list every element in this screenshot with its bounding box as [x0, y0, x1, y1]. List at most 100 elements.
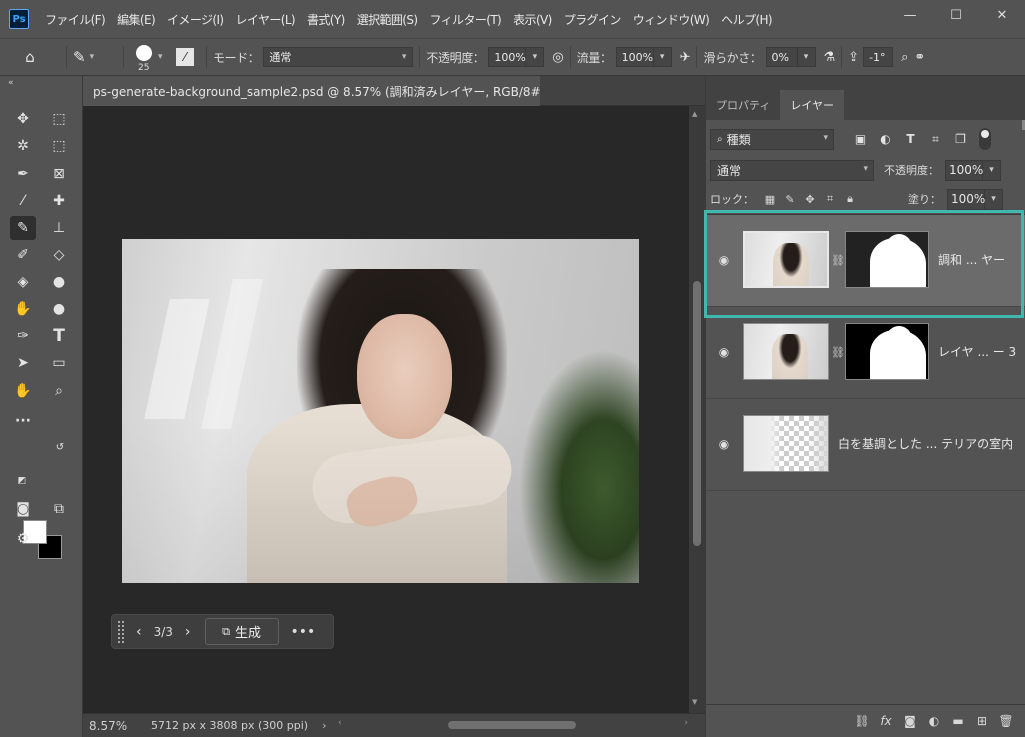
airbrush-icon[interactable]: ✈ [680, 50, 691, 65]
shape-filter-icon[interactable]: ⌗ [923, 132, 948, 147]
close-window-button[interactable]: ✕ [979, 0, 1025, 30]
fill-dropdown[interactable]: ▾ [985, 188, 1003, 210]
document-tab[interactable]: ps-generate-background_sample2.psd @ 8.5… [83, 76, 540, 106]
lock-artboard-icon[interactable]: ⌗ [820, 192, 840, 206]
layer-row[interactable]: ◉ 白を基調とした ... テリアの室内 [706, 399, 1025, 491]
layer-opacity-input[interactable]: 100% [945, 159, 983, 181]
flow-input[interactable]: 100% [615, 47, 654, 67]
previous-variation-icon[interactable]: ‹ [136, 624, 142, 640]
smart-object-filter-icon[interactable]: ❐ [948, 132, 973, 147]
more-options-button[interactable]: ••• [291, 624, 316, 640]
status-menu-icon[interactable]: › [322, 719, 326, 732]
scroll-thumb[interactable] [448, 721, 576, 729]
scroll-left-icon[interactable]: ‹ [338, 718, 342, 728]
menu-item[interactable]: 編集(E) [111, 11, 161, 28]
filter-kind-select[interactable]: ⌕ 種類 ▾ [710, 128, 834, 150]
filter-toggle[interactable] [979, 128, 991, 150]
tab-properties[interactable]: プロパティ [706, 90, 780, 120]
layer-name[interactable]: レイヤ ... ー 3 [938, 343, 1016, 360]
layer-mask-thumbnail[interactable] [845, 231, 929, 288]
hand-tool-icon[interactable]: ✋ [10, 379, 36, 403]
flask-icon[interactable]: ⚗ [824, 50, 836, 65]
menu-item[interactable]: フィルター(T) [423, 11, 507, 28]
menu-item[interactable]: 書式(Y) [301, 11, 351, 28]
mode-select[interactable]: 通常 ▾ [263, 47, 414, 67]
menu-item[interactable]: 表示(V) [507, 11, 558, 28]
canvas-area[interactable]: ‹ 3/3 › ⧉ 生成 ••• [83, 106, 689, 713]
opacity-dropdown[interactable]: ▾ [526, 47, 545, 67]
swap-colors-icon[interactable]: ↺ [50, 440, 70, 454]
layer-mask-thumbnail[interactable] [845, 323, 929, 380]
new-layer-icon[interactable]: ⊞ [970, 714, 994, 728]
tab-layers[interactable]: レイヤー [780, 90, 845, 120]
horizontal-scrollbar[interactable]: ‹ › [338, 718, 688, 732]
delete-layer-icon[interactable]: 🗑︎ [994, 714, 1018, 728]
select-subject-tool-icon[interactable]: ⬚ [46, 134, 72, 158]
dodge-tool-icon[interactable]: ● [46, 297, 72, 321]
brush-tool-icon[interactable]: ✎ [10, 216, 36, 240]
object-select-tool-icon[interactable]: ✲ [10, 134, 36, 158]
visibility-eye-icon[interactable]: ◉ [714, 253, 734, 269]
lock-all-icon[interactable]: 🔒︎ [840, 192, 860, 206]
paint-bucket-tool-icon[interactable]: ◈ [10, 270, 36, 294]
brush-settings-toggle[interactable]: ⁄ [176, 39, 200, 75]
visibility-eye-icon[interactable]: ◉ [714, 437, 734, 453]
next-variation-icon[interactable]: › [185, 624, 191, 640]
blur-tool-icon[interactable]: ● [46, 270, 72, 294]
blend-mode-select[interactable]: 通常 ▾ [710, 159, 874, 181]
adjustment-layer-icon[interactable]: ◐ [922, 714, 946, 728]
new-group-icon[interactable]: ▬ [946, 714, 970, 728]
smoothing-input[interactable]: 0% [765, 47, 798, 67]
pen-brush-tool-icon[interactable]: ✒ [10, 162, 36, 186]
menu-item[interactable]: プラグイン [558, 11, 627, 28]
menu-item[interactable]: ヘルプ(H) [715, 11, 778, 28]
healing-brush-tool-icon[interactable]: ✚ [46, 189, 72, 213]
scroll-down-icon[interactable]: ▼ [692, 698, 697, 706]
layer-thumbnail[interactable] [743, 231, 829, 288]
pen-tool-icon[interactable]: ✑ [10, 324, 36, 348]
eyedropper-tool-icon[interactable]: ⁄ [10, 189, 36, 213]
link-icon[interactable]: ⛓ [831, 346, 845, 360]
type-filter-icon[interactable]: T [898, 132, 923, 147]
pixel-filter-icon[interactable]: ▣ [848, 132, 873, 147]
history-brush-tool-icon[interactable]: ✐ [10, 243, 36, 267]
search-icon[interactable]: ⌕ [901, 50, 908, 65]
minimize-button[interactable]: — [887, 0, 933, 30]
marquee-tool-icon[interactable]: ⬚ [46, 107, 72, 131]
scroll-right-icon[interactable]: › [684, 718, 688, 728]
move-tool-icon[interactable]: ✥ [10, 107, 36, 131]
menu-item[interactable]: 選択範囲(S) [351, 11, 424, 28]
collapse-icon[interactable]: « [8, 78, 14, 88]
adjustment-filter-icon[interactable]: ◐ [873, 132, 898, 147]
home-button[interactable]: ⌂ [0, 39, 60, 75]
link-icon[interactable]: ⛓ [831, 254, 845, 268]
smudge-tool-icon[interactable]: ✋ [10, 297, 36, 321]
generate-button[interactable]: ⧉ 生成 [204, 618, 279, 645]
scroll-up-icon[interactable]: ▲ [692, 110, 697, 118]
layer-row[interactable]: ◉ ⛓ 調和 ... ヤー [706, 215, 1025, 307]
default-colors-icon[interactable]: ◩ [14, 474, 30, 488]
path-select-tool-icon[interactable]: ➤ [10, 351, 36, 375]
frame-tool-icon[interactable]: ⊠ [46, 162, 72, 186]
fill-input[interactable]: 100% [947, 188, 985, 210]
layer-name[interactable]: 調和 ... ヤー [938, 251, 1005, 268]
edit-toolbar-icon[interactable]: ⚙ [10, 527, 36, 551]
layer-row[interactable]: ◉ ⛓ レイヤ ... ー 3 [706, 307, 1025, 399]
smoothing-dropdown[interactable]: ▾ [797, 47, 816, 67]
menu-item[interactable]: ファイル(F) [39, 11, 111, 28]
layer-thumbnail[interactable] [743, 415, 829, 472]
type-tool-icon[interactable]: T [46, 324, 72, 348]
layer-opacity-dropdown[interactable]: ▾ [983, 159, 1001, 181]
visibility-eye-icon[interactable]: ◉ [714, 345, 734, 361]
menu-item[interactable]: レイヤー(L) [230, 11, 302, 28]
opacity-input[interactable]: 100% [488, 47, 527, 67]
symmetry-icon[interactable]: ⚭ [914, 50, 925, 65]
lock-image-icon[interactable]: ✎ [780, 193, 800, 206]
angle-input[interactable]: -1° [863, 47, 894, 67]
link-layers-icon[interactable]: ⛓ [850, 714, 874, 728]
quick-mask-icon[interactable]: ◙ [10, 497, 36, 521]
brush-size-picker[interactable]: 25 ▾ [130, 39, 176, 75]
document-image[interactable] [122, 239, 639, 583]
zoom-tool-icon[interactable]: ⌕ [46, 379, 72, 403]
scroll-thumb[interactable] [693, 281, 701, 546]
